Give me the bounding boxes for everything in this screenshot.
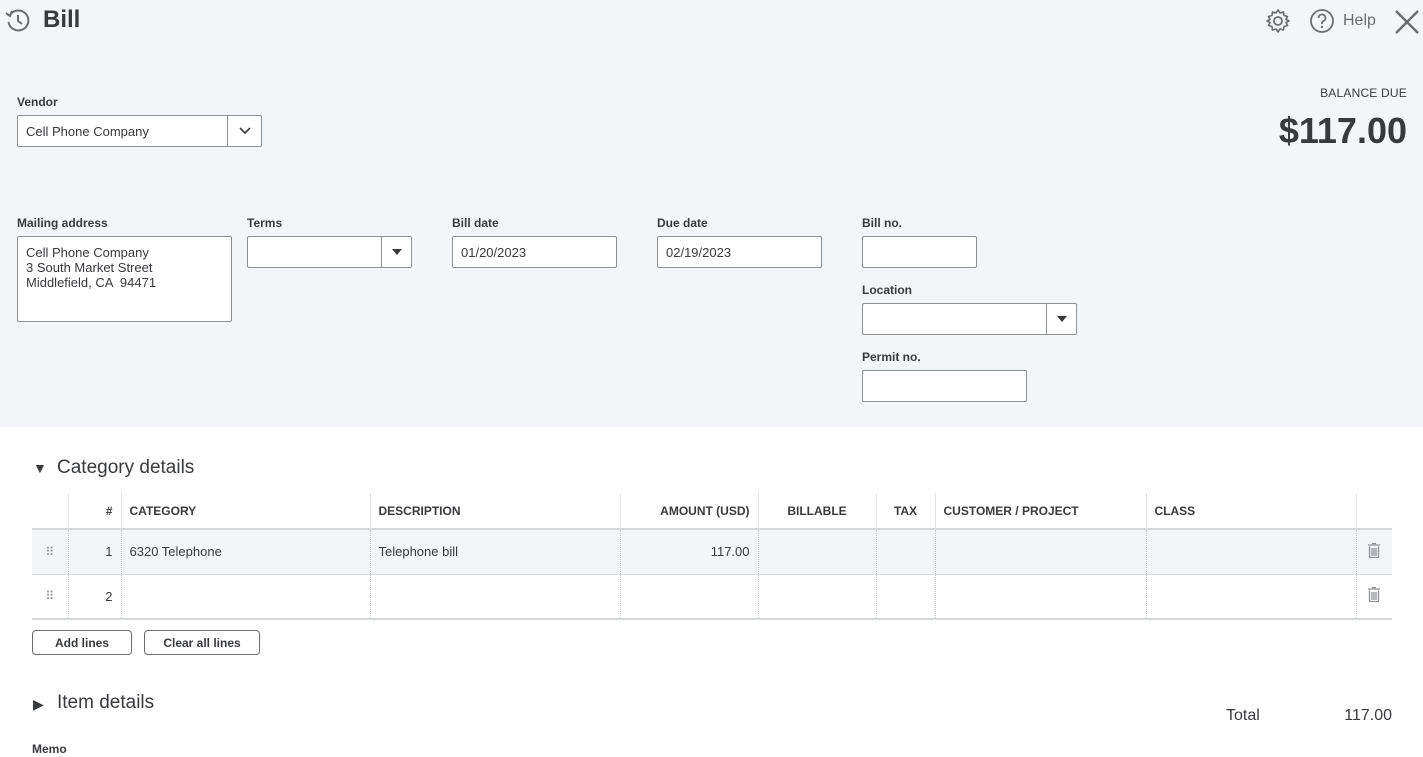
close-icon[interactable]: [1393, 8, 1421, 36]
row-class[interactable]: [1145, 574, 1356, 620]
mailing-address-line1: Cell Phone Company: [26, 245, 149, 260]
row-customer[interactable]: [934, 529, 1146, 575]
row-category[interactable]: [120, 574, 370, 620]
caret-down-icon: [391, 249, 402, 255]
total-label: Total: [1226, 707, 1260, 724]
chevron-down-icon: [238, 127, 251, 135]
item-details-title[interactable]: Item details: [57, 692, 154, 714]
mailing-address-field[interactable]: Cell Phone Company 3 South Market Street…: [17, 236, 232, 322]
row-category[interactable]: 6320 Telephone: [120, 529, 370, 575]
due-date-value: 02/19/2023: [666, 244, 732, 260]
table-row[interactable]: ⠿ 2: [32, 574, 1392, 620]
row-description[interactable]: [369, 574, 620, 620]
bill-date-label: Bill date: [452, 216, 499, 230]
row-class[interactable]: [1145, 529, 1356, 575]
balance-due-amount: $117.00: [1278, 110, 1407, 151]
row-tax[interactable]: [875, 529, 935, 575]
column-header-description: DESCRIPTION: [369, 493, 620, 530]
row-amount[interactable]: [619, 574, 758, 620]
due-date-input[interactable]: 02/19/2023: [657, 236, 822, 268]
mailing-address-line3: Middlefield, CA 94471: [26, 275, 157, 290]
row-amount[interactable]: 117.00: [619, 529, 758, 575]
column-header-billable: BILLABLE: [757, 493, 876, 530]
column-header-category: CATEGORY: [120, 493, 370, 530]
vendor-dropdown-button[interactable]: [227, 116, 261, 146]
page-title: Bill: [43, 6, 81, 33]
memo-label: Memo: [32, 742, 67, 756]
row-billable[interactable]: [757, 529, 876, 575]
column-header-tax: TAX: [875, 493, 935, 530]
row-customer[interactable]: [934, 574, 1146, 620]
table-row[interactable]: ⠿ 1 6320 Telephone Telephone bill 117.00: [32, 529, 1392, 575]
drag-column-header: [32, 493, 68, 530]
bill-no-input[interactable]: [862, 236, 977, 268]
bill-date-value: 01/20/2023: [461, 244, 527, 260]
bill-no-label: Bill no.: [862, 216, 902, 230]
delete-column-header: [1355, 493, 1392, 530]
category-toggle-icon[interactable]: ▼: [33, 460, 47, 476]
trash-icon[interactable]: [1355, 574, 1392, 620]
mailing-address-label: Mailing address: [17, 216, 108, 230]
total-value: 117.00: [1344, 707, 1392, 724]
row-tax[interactable]: [875, 574, 935, 620]
vendor-value: Cell Phone Company: [26, 123, 149, 139]
vendor-label: Vendor: [17, 95, 58, 109]
drag-handle-icon[interactable]: ⠿: [32, 574, 68, 620]
category-table: # CATEGORY DESCRIPTION AMOUNT (USD) BILL…: [32, 493, 1392, 620]
permit-no-label: Permit no.: [862, 350, 921, 364]
vendor-select[interactable]: Cell Phone Company: [17, 115, 262, 147]
column-header-num: #: [67, 493, 121, 530]
row-num: 2: [67, 574, 121, 620]
location-label: Location: [862, 283, 912, 297]
table-header-row: # CATEGORY DESCRIPTION AMOUNT (USD) BILL…: [32, 493, 1392, 530]
bill-date-input[interactable]: 01/20/2023: [452, 236, 617, 268]
terms-label: Terms: [247, 216, 283, 230]
help-link[interactable]: Help: [1343, 12, 1376, 30]
trash-icon[interactable]: [1355, 529, 1392, 575]
caret-down-icon: [1056, 316, 1067, 322]
row-description[interactable]: Telephone bill: [369, 529, 620, 575]
drag-handle-icon[interactable]: ⠿: [32, 529, 68, 575]
gear-icon[interactable]: [1265, 8, 1291, 34]
help-icon[interactable]: [1309, 8, 1335, 34]
item-toggle-icon[interactable]: ▶: [33, 696, 44, 713]
terms-dropdown-button[interactable]: [381, 237, 411, 267]
clear-all-lines-button[interactable]: Clear all lines: [144, 630, 260, 655]
column-header-amount: AMOUNT (USD): [619, 493, 758, 530]
row-num: 1: [67, 529, 121, 575]
row-billable[interactable]: [757, 574, 876, 620]
location-select[interactable]: [862, 303, 1077, 335]
column-header-customer: CUSTOMER / PROJECT: [934, 493, 1146, 530]
column-header-class: CLASS: [1145, 493, 1356, 530]
add-lines-button[interactable]: Add lines: [32, 630, 132, 655]
balance-due-label: BALANCE DUE: [1320, 86, 1407, 100]
history-icon[interactable]: [4, 7, 32, 35]
terms-select[interactable]: [247, 236, 412, 268]
mailing-address-line2: 3 South Market Street: [26, 260, 153, 275]
location-dropdown-button[interactable]: [1046, 304, 1076, 334]
permit-no-input[interactable]: [862, 370, 1027, 402]
category-details-title[interactable]: Category details: [57, 457, 194, 479]
bill-header-panel: [0, 0, 1423, 427]
due-date-label: Due date: [657, 216, 708, 230]
